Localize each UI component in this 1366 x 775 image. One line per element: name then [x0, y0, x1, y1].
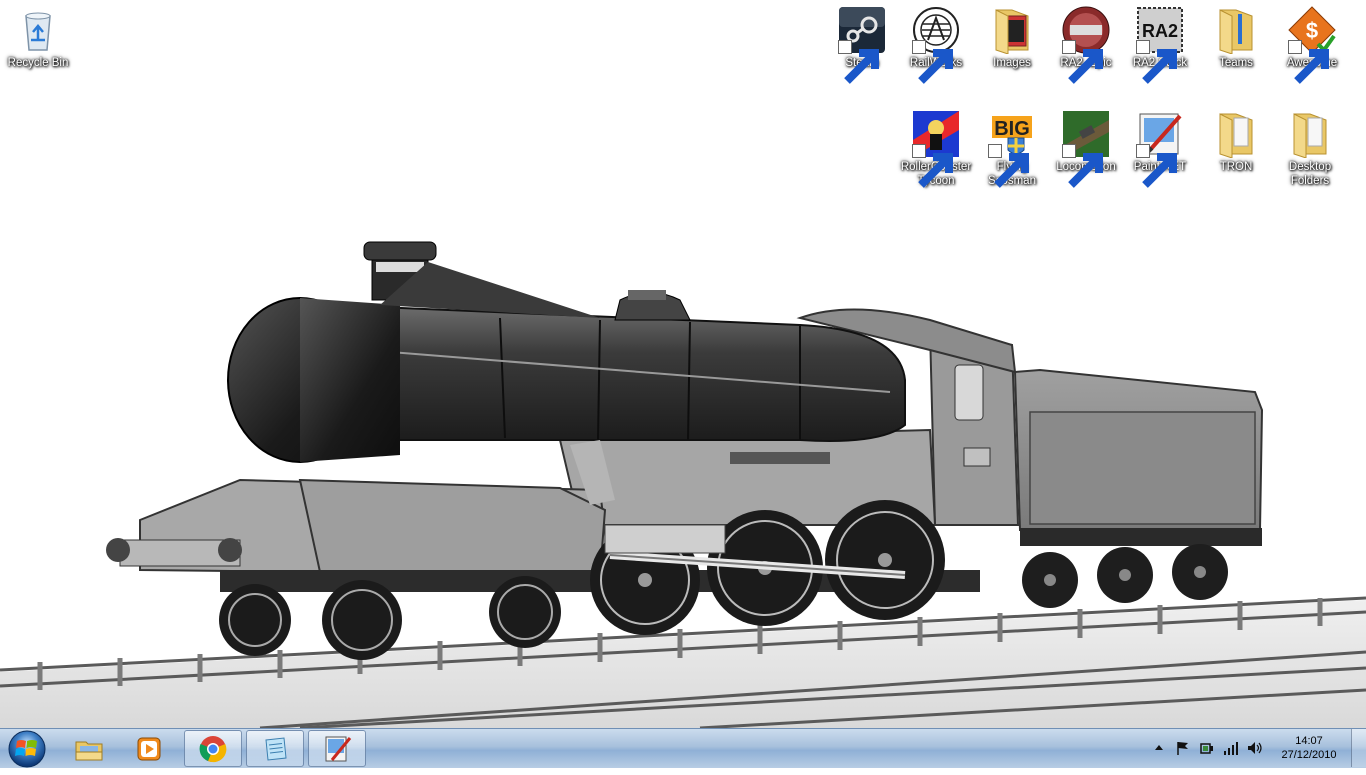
desktop-icon-tron[interactable]: TRON — [1200, 110, 1272, 174]
taskbar-windows-media-player[interactable] — [120, 730, 178, 767]
shortcut-arrow-icon — [1062, 40, 1103, 84]
notification-area: 14:07 27/12/2010 — [1147, 729, 1366, 767]
desktop-icon-label: Recycle Bin — [7, 57, 69, 69]
shortcut-arrow-icon — [1136, 40, 1177, 84]
show-desktop-button[interactable] — [1351, 729, 1366, 767]
show-hidden-icons-chevron-up-icon[interactable] — [1151, 740, 1167, 756]
desktop-icon-ra2-stock[interactable]: RA2 RA2 Stock — [1124, 6, 1196, 84]
shortcut-arrow-icon — [1062, 144, 1103, 188]
shortcut-arrow-icon — [1288, 40, 1329, 84]
locomotion-icon — [1062, 110, 1110, 188]
action-center-flag-icon[interactable] — [1175, 740, 1191, 756]
recycle-bin-icon — [14, 6, 62, 54]
chrome-icon — [199, 735, 227, 762]
folder-icon — [1212, 6, 1260, 54]
taskbar-chrome[interactable] — [184, 730, 242, 767]
desktop-icon-label: Desktop Folders — [1288, 161, 1332, 187]
network-signal-icon[interactable] — [1223, 740, 1239, 756]
clock-time: 14:07 — [1295, 735, 1323, 747]
folder-icon — [988, 6, 1036, 54]
taskbar-notepad[interactable] — [246, 730, 304, 767]
ra2-tile-text: RA2 — [1142, 21, 1178, 41]
ra2-epic-icon — [1062, 6, 1110, 84]
desktop-icon-steam[interactable]: Steam — [826, 6, 898, 84]
big-shield-icon: BIG — [988, 110, 1036, 188]
start-button[interactable] — [2, 728, 52, 770]
paint-net-icon — [1136, 110, 1184, 188]
railworks-icon — [912, 6, 960, 84]
desktop-icon-locomotion[interactable]: Locomotion — [1050, 110, 1122, 188]
power-plug-icon[interactable] — [1199, 740, 1215, 756]
taskbar: 14:07 27/12/2010 — [0, 728, 1366, 768]
desktop-icon-awesome[interactable]: $ Awesome — [1276, 6, 1348, 84]
windows-media-player-icon — [137, 737, 161, 760]
desktop-icon-rollercoaster-tycoon[interactable]: RollerCoaster Tycoon — [900, 110, 972, 188]
ra2-stock-icon: RA2 — [1136, 6, 1184, 84]
desktop-icon-flying-scosman[interactable]: BIG Flying Scosman — [976, 110, 1048, 188]
volume-speaker-icon[interactable] — [1247, 740, 1263, 756]
desktop-icon-railworks[interactable]: RailWorks — [900, 6, 972, 84]
folder-icon — [1286, 110, 1334, 158]
desktop-icon-recycle-bin[interactable]: Recycle Bin — [2, 6, 74, 70]
big-tile-text: BIG — [994, 118, 1030, 140]
shortcut-arrow-icon — [1136, 144, 1177, 188]
shortcut-arrow-icon — [912, 40, 953, 84]
windows-logo-icon — [8, 730, 46, 768]
desktop-icon-label: Teams — [1219, 57, 1253, 69]
shortcut-arrow-icon — [912, 144, 953, 188]
system-clock[interactable]: 14:07 27/12/2010 — [1271, 734, 1347, 762]
desktop-icon-label: TRON — [1219, 161, 1253, 173]
desktop-icon-label: Images — [993, 57, 1031, 69]
paint-net-icon — [325, 736, 352, 761]
desktop-icon-ra2-epic[interactable]: RA2, Epic — [1050, 6, 1122, 84]
notepad-icon — [265, 736, 287, 761]
awesome-icon: $ — [1288, 6, 1336, 84]
shortcut-arrow-icon — [988, 144, 1029, 188]
clock-date: 27/12/2010 — [1281, 749, 1337, 761]
folder-icon — [1212, 110, 1260, 158]
rollercoaster-tycoon-icon — [912, 110, 960, 188]
taskbar-paint-net[interactable] — [308, 730, 366, 767]
windows-explorer-icon — [75, 741, 103, 760]
shortcut-arrow-icon — [838, 40, 879, 84]
taskbar-windows-explorer[interactable] — [60, 730, 118, 767]
desktop-icon-teams[interactable]: Teams — [1200, 6, 1272, 70]
desktop-icon-desktop-folders[interactable]: Desktop Folders — [1274, 110, 1346, 188]
dollar-tile-text: $ — [1306, 18, 1318, 43]
desktop-icon-images[interactable]: Images — [976, 6, 1048, 70]
steam-icon — [838, 6, 886, 84]
desktop-icon-paint-net[interactable]: Paint.NET — [1124, 110, 1196, 188]
